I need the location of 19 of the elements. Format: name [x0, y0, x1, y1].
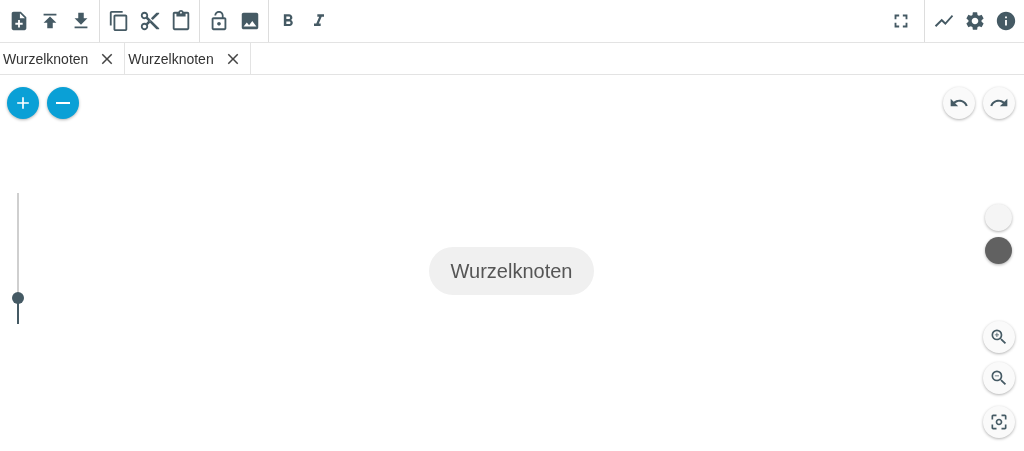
slider-thumb[interactable] [12, 291, 24, 304]
focus-frame-icon [989, 412, 1009, 432]
tab-label[interactable]: Wurzelknoten [3, 50, 89, 67]
undo-button[interactable] [943, 87, 975, 119]
add-button[interactable] [7, 87, 39, 119]
minus-icon [56, 102, 70, 104]
remove-button[interactable] [47, 87, 79, 119]
zoom-in-icon [989, 327, 1009, 347]
zoom-in-button[interactable] [983, 321, 1015, 353]
zoom-out-button[interactable] [983, 362, 1015, 394]
zoom-out-icon [989, 368, 1009, 388]
tab-label[interactable]: Wurzelknoten [128, 50, 214, 67]
color-swatch[interactable] [985, 204, 1012, 231]
tab[interactable]: Wurzelknoten [125, 43, 251, 74]
redo-button[interactable] [983, 87, 1015, 119]
color-swatch[interactable] [985, 237, 1012, 264]
root-node[interactable]: Wurzelknoten [429, 247, 594, 295]
tab[interactable]: Wurzelknoten [0, 43, 126, 74]
center-focus-button[interactable] [983, 406, 1015, 438]
